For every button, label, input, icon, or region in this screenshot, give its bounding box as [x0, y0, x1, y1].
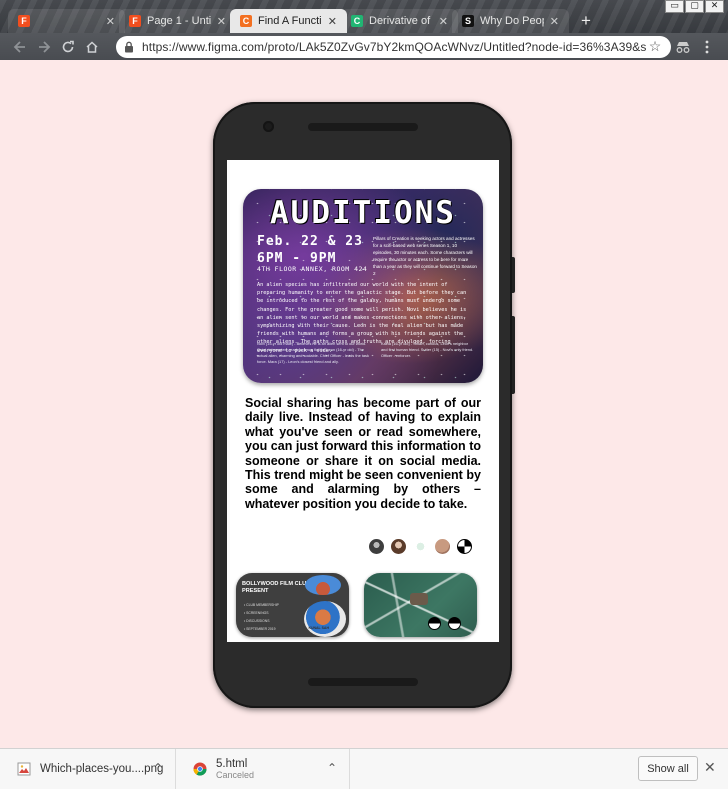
- ball-icon: [448, 617, 461, 630]
- tab-title: Page 1 - Untit: [147, 15, 211, 27]
- poster-roles-left: Novi (15-yr old male) - Believes he is a…: [257, 341, 369, 365]
- auditions-poster[interactable]: AUDITIONS Feb. 22 & 23 6PM - 9PM 4TH FLO…: [243, 189, 483, 383]
- court-lines: [364, 573, 477, 637]
- avatar[interactable]: [435, 539, 450, 554]
- card-photo: [305, 575, 341, 595]
- close-icon[interactable]: ✕: [550, 15, 559, 28]
- address-bar[interactable]: https://www.figma.com/proto/LAk5Z0ZvGv7b…: [116, 35, 671, 58]
- s-icon: S: [462, 15, 474, 27]
- figma-icon: F: [129, 15, 141, 27]
- figma-icon: F: [18, 15, 30, 27]
- avatar[interactable]: [391, 539, 406, 554]
- incognito-icon[interactable]: [671, 35, 695, 59]
- reload-icon: [62, 40, 74, 52]
- lock-icon: [124, 41, 136, 53]
- avatar[interactable]: [413, 539, 428, 554]
- title-bar: F ✕ F Page 1 - Untit ✕ C Find A Function…: [0, 0, 728, 33]
- poster-date-line: Feb. 22 & 23: [257, 234, 363, 249]
- home-button[interactable]: [80, 35, 104, 59]
- poster-intro: Pillars of Creation is seeking actors an…: [373, 236, 477, 276]
- court-card[interactable]: [364, 573, 477, 637]
- menu-icon[interactable]: [695, 35, 719, 59]
- card-list-item: • SEPTEMBER 2019: [244, 627, 276, 631]
- tab-4[interactable]: C Derivative of xc ✕: [341, 9, 458, 33]
- close-icon[interactable]: ✕: [439, 15, 448, 28]
- browser-toolbar: https://www.figma.com/proto/LAk5Z0ZvGv7b…: [0, 33, 728, 60]
- tab-strip: F ✕ F Page 1 - Untit ✕ C Find A Function…: [8, 7, 599, 33]
- card-title: BOLLYWOOD FILM CLUB PRESENT: [242, 581, 311, 594]
- chevron-up-icon[interactable]: ⌃: [327, 761, 337, 775]
- download-status: Canceled: [216, 770, 255, 780]
- court-figure: [410, 593, 428, 605]
- url-text[interactable]: https://www.figma.com/proto/LAk5Z0ZvGv7b…: [142, 40, 647, 54]
- phone-volume-button: [512, 316, 515, 394]
- phone-camera: [263, 121, 274, 132]
- tab-5[interactable]: S Why Do People ✕: [452, 9, 569, 33]
- close-icon[interactable]: ✕: [217, 15, 226, 28]
- restore-button[interactable]: ▢: [685, 0, 704, 13]
- new-tab-button[interactable]: +: [573, 9, 599, 33]
- c-icon: C: [351, 15, 363, 27]
- tab-title: Derivative of xc: [369, 15, 433, 27]
- card-list-item: • CLUB MEMBERSHIP: [244, 603, 279, 607]
- forward-button[interactable]: [32, 35, 56, 59]
- image-file-icon: [16, 761, 32, 777]
- close-icon[interactable]: ✕: [106, 15, 115, 28]
- poster-title: AUDITIONS: [270, 195, 456, 231]
- close-icon[interactable]: ✕: [704, 760, 716, 776]
- ball-icon: [428, 617, 441, 630]
- tab-2[interactable]: F Page 1 - Untit ✕: [119, 9, 236, 33]
- poster-roles-right: Kaela (16-yr old) - Smart, curious, Leon…: [381, 341, 474, 359]
- bookmark-star-icon[interactable]: ☆: [647, 38, 663, 55]
- bollywood-card[interactable]: BOLLYWOOD FILM CLUB PRESENT • CLUB MEMBE…: [236, 573, 349, 637]
- tab-3[interactable]: C Find A Function ✕: [230, 9, 347, 33]
- card-list-item: • SCREENINGS: [244, 611, 269, 615]
- show-all-button[interactable]: Show all: [638, 756, 698, 781]
- window-controls: ▭ ▢ ✕: [665, 0, 724, 13]
- avatar[interactable]: [369, 539, 384, 554]
- poster-venue: 4TH FLOOR ANNEX, ROOM 424: [257, 265, 368, 273]
- description-text: Social sharing has become part of our da…: [245, 396, 481, 511]
- minimize-button[interactable]: ▭: [665, 0, 684, 13]
- poster-date: Feb. 22 & 23 6PM - 9PM: [257, 233, 363, 267]
- arrow-left-icon: [13, 40, 25, 53]
- arrow-right-icon: [39, 40, 51, 53]
- close-icon[interactable]: ✕: [328, 15, 337, 28]
- card-photo: [304, 601, 346, 637]
- back-button[interactable]: [8, 35, 32, 59]
- reload-button[interactable]: [56, 35, 80, 59]
- phone-speaker-bottom: [308, 678, 418, 686]
- avatar[interactable]: [457, 539, 472, 554]
- close-window-button[interactable]: ✕: [705, 0, 724, 13]
- tab-title: Find A Function: [258, 15, 322, 27]
- chrome-icon: [192, 761, 208, 777]
- phone-speaker-top: [308, 123, 418, 131]
- phone-power-button: [512, 257, 515, 293]
- phone-screen[interactable]: AUDITIONS Feb. 22 & 23 6PM - 9PM 4TH FLO…: [227, 160, 499, 642]
- download-filename: 5.html: [216, 758, 248, 770]
- page-content: AUDITIONS Feb. 22 & 23 6PM - 9PM 4TH FLO…: [0, 60, 728, 748]
- card-list-item: • DISCUSSIONS: [244, 619, 270, 623]
- download-item[interactable]: 5.html Canceled ⌃: [176, 748, 350, 789]
- download-filename: Which-places-you....png: [40, 763, 164, 775]
- download-bar: Which-places-you....png ⌃ 5.html Cancele…: [0, 748, 728, 789]
- tab-1[interactable]: F ✕: [8, 9, 125, 33]
- card-caption: KUNAL SAH: [308, 626, 329, 630]
- home-icon: [86, 40, 98, 53]
- download-text: 5.html Canceled: [216, 758, 254, 780]
- c-icon: C: [240, 15, 252, 27]
- share-avatars: [369, 539, 472, 554]
- download-item[interactable]: Which-places-you....png ⌃: [0, 748, 176, 789]
- card-list: • CLUB MEMBERSHIP • SCREENINGS • DISCUSS…: [244, 601, 304, 633]
- tab-title: Why Do People: [480, 15, 544, 27]
- chevron-up-icon[interactable]: ⌃: [153, 761, 163, 775]
- phone-frame: AUDITIONS Feb. 22 & 23 6PM - 9PM 4TH FLO…: [213, 102, 515, 708]
